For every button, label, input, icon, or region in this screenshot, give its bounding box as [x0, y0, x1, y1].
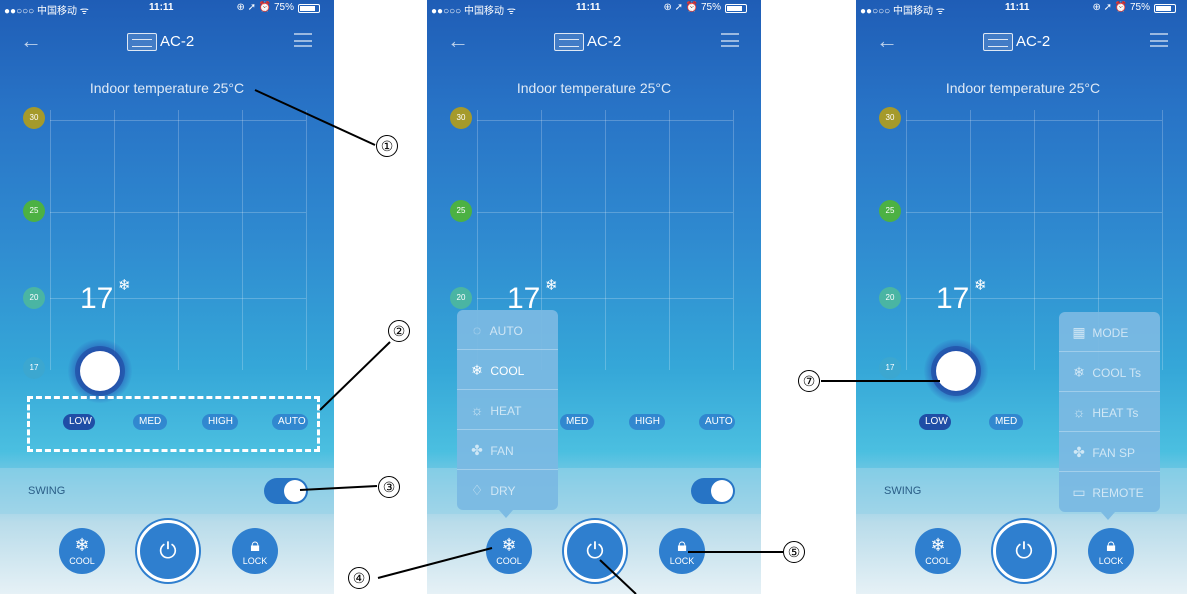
callout-3: ③ [378, 476, 400, 498]
leader-line-3 [299, 485, 378, 491]
callout-1: ① [376, 135, 398, 157]
leader-line-2 [319, 341, 391, 411]
callout-7: ⑦ [798, 370, 820, 392]
leader-line-1 [254, 89, 376, 146]
callout-leader-lines [254, 89, 940, 594]
callout-4: ④ [348, 567, 370, 589]
callout-5: ⑤ [783, 541, 805, 563]
callout-2: ② [388, 320, 410, 342]
leader-line-6 [599, 559, 637, 594]
leader-line-4 [377, 547, 493, 579]
